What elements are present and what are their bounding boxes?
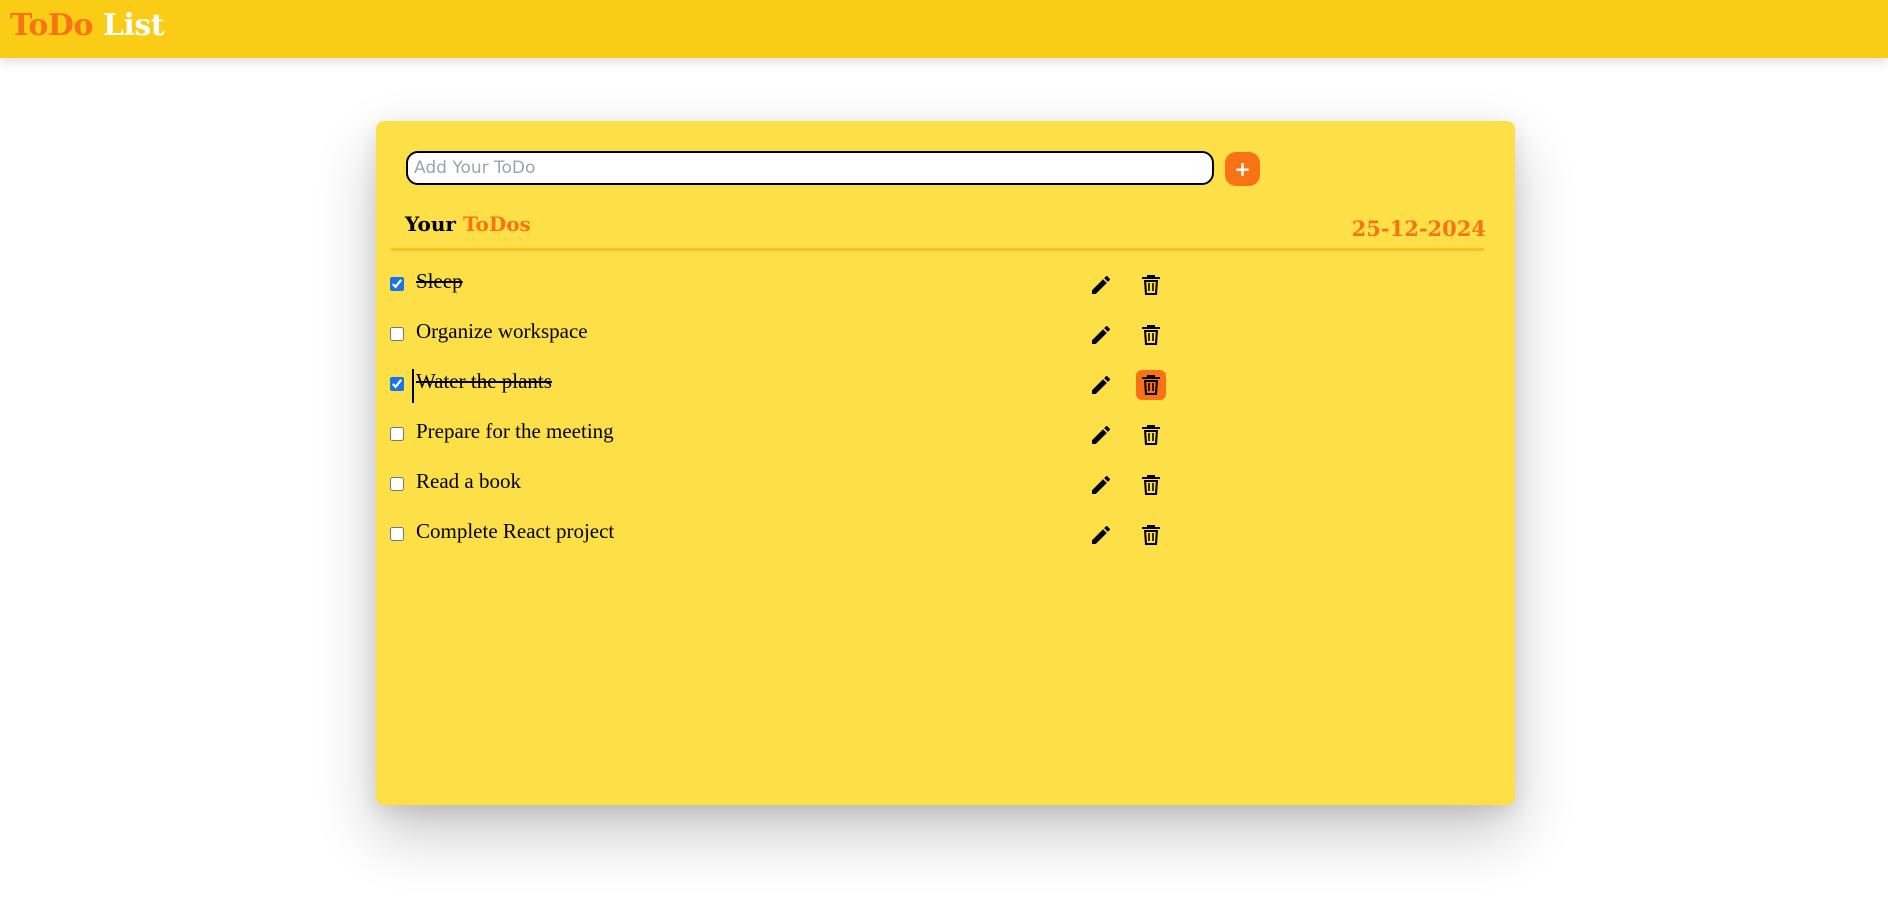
todo-item: Water the plants [390, 365, 1490, 415]
pencil-icon [1092, 275, 1111, 294]
delete-button[interactable] [1136, 320, 1166, 350]
todo-text: Sleep [416, 269, 463, 293]
trash-icon [1142, 475, 1160, 495]
pencil-icon [1092, 475, 1111, 494]
delete-button[interactable] [1136, 420, 1166, 450]
todo-checkbox[interactable] [390, 377, 404, 391]
pencil-icon [1092, 425, 1111, 444]
todo-checkbox[interactable] [390, 327, 404, 341]
trash-icon [1142, 525, 1160, 545]
pencil-icon [1092, 525, 1111, 544]
edit-button[interactable] [1086, 370, 1116, 400]
pencil-icon [1092, 375, 1111, 394]
app-title-part1: ToDo [10, 8, 93, 43]
todo-text: Water the plants [416, 369, 552, 393]
text-cursor [412, 369, 414, 403]
todos-heading-part1: Your [405, 212, 456, 236]
todo-item: Sleep [390, 265, 1490, 315]
edit-button[interactable] [1086, 470, 1116, 500]
edit-button[interactable] [1086, 320, 1116, 350]
edit-button[interactable] [1086, 420, 1116, 450]
todo-item: Complete React project [390, 515, 1490, 565]
todos-heading-part2: ToDos [462, 212, 531, 236]
delete-button[interactable] [1136, 470, 1166, 500]
app-title-part2: List [102, 8, 165, 43]
todo-item: Prepare for the meeting [390, 415, 1490, 465]
delete-button[interactable] [1136, 370, 1166, 400]
current-date: 25-12-2024 [1351, 216, 1486, 241]
app-header: ToDo List [0, 0, 1888, 58]
trash-icon [1142, 325, 1160, 345]
edit-button[interactable] [1086, 270, 1116, 300]
todo-text: Prepare for the meeting [416, 419, 614, 443]
todo-checkbox[interactable] [390, 477, 404, 491]
delete-button[interactable] [1136, 520, 1166, 550]
todo-checkbox[interactable] [390, 277, 404, 291]
todo-checkbox[interactable] [390, 427, 404, 441]
trash-icon [1142, 375, 1160, 395]
app-title: ToDo List [10, 8, 165, 43]
todos-heading: Your ToDos [405, 214, 531, 234]
todo-list: Sleep Organize workspace Water the plant… [390, 265, 1490, 565]
pencil-icon [1092, 325, 1111, 344]
todo-checkbox[interactable] [390, 527, 404, 541]
divider [391, 248, 1484, 251]
todo-item: Read a book [390, 465, 1490, 515]
add-todo-input[interactable] [406, 151, 1214, 185]
todo-item: Organize workspace [390, 315, 1490, 365]
todo-text: Read a book [416, 469, 521, 493]
delete-button[interactable] [1136, 270, 1166, 300]
todo-card: + Your ToDos 25-12-2024 Sleep Organize w… [376, 121, 1515, 805]
edit-button[interactable] [1086, 520, 1116, 550]
todo-text: Organize workspace [416, 319, 588, 343]
todo-text: Complete React project [416, 519, 615, 543]
trash-icon [1142, 275, 1160, 295]
add-todo-button[interactable]: + [1225, 152, 1260, 186]
trash-icon [1142, 425, 1160, 445]
